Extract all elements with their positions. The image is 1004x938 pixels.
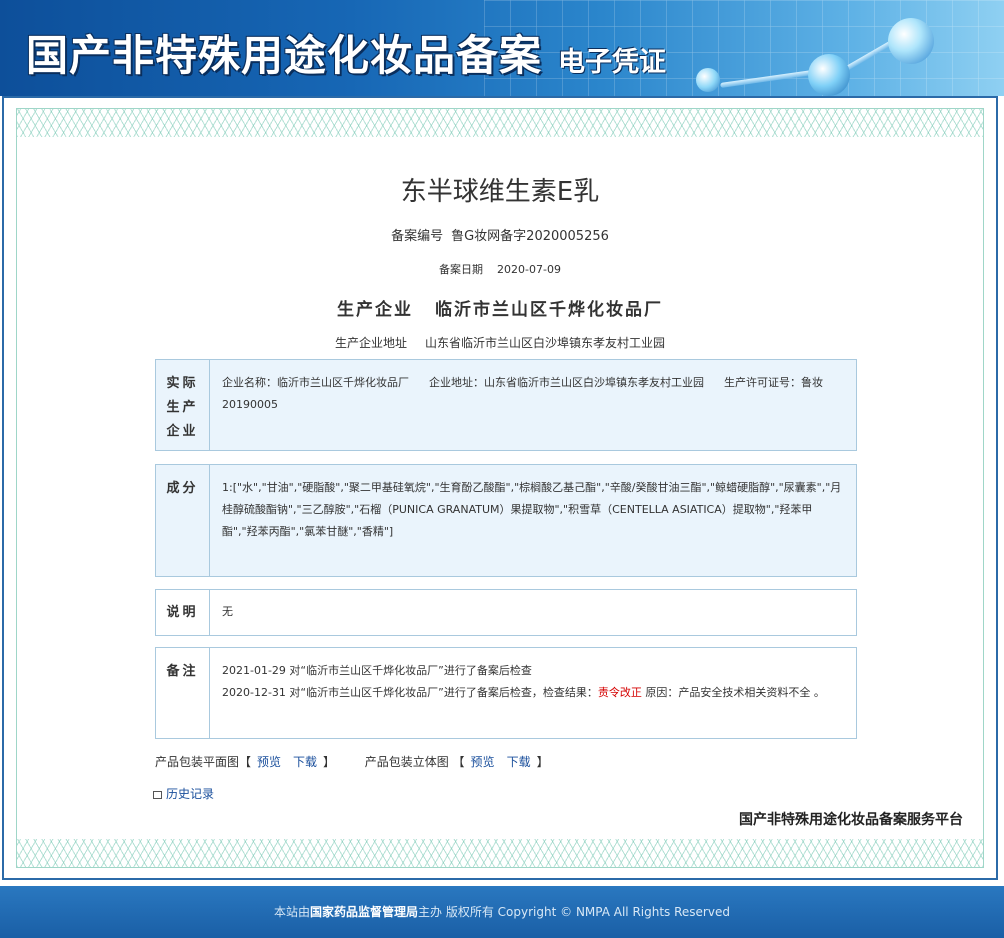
banner-title: 国产非特殊用途化妆品备案 — [26, 31, 543, 80]
manufacturer: 生产企业 临沂市兰山区千烨化妆品厂 — [17, 295, 983, 320]
section-header-line: 企业 — [166, 424, 199, 439]
ingredients-text: 1:["水","甘油","硬脂酸","聚二甲基硅氧烷","生育酚乙酸酯","棕榈… — [222, 481, 842, 538]
window-icon — [153, 791, 162, 799]
guilloche-border-top — [17, 109, 983, 137]
remarks-section: 备注 2021-01-29 对“临沂市兰山区千烨化妆品厂”进行了备案后检查 20… — [155, 647, 857, 739]
package-images: 产品包装平面图【 预览 下载】 产品包装立体图 【预览 下载】 — [155, 755, 549, 769]
footer-org: 国家药品监督管理局 — [310, 905, 419, 919]
registration-date-label: 备案日期 — [439, 263, 484, 276]
package-solid-label: 产品包装立体图 【 — [364, 755, 465, 769]
platform-name: 国产非特殊用途化妆品备案服务平台 — [739, 812, 963, 828]
guilloche-border-bottom — [17, 839, 983, 867]
registration-date: 备案日期 2020-07-09 — [17, 261, 983, 277]
package-solid-preview-link[interactable]: 预览 — [471, 755, 495, 769]
manufacturer-address: 生产企业地址 山东省临沂市兰山区白沙埠镇东孝友村工业园 — [17, 334, 983, 351]
banner-subtitle: 电子凭证 — [558, 47, 666, 78]
manufacturer-address-label: 生产企业地址 — [334, 336, 407, 350]
actual-maker-section: 实际 生产 企业 企业名称：临沂市兰山区千烨化妆品厂 企业地址：山东省临沂市兰山区… — [155, 359, 857, 451]
actual-maker-body: 企业名称：临沂市兰山区千烨化妆品厂 企业地址：山东省临沂市兰山区白沙埠镇东孝友村工… — [222, 372, 844, 416]
section-header-line: 成分 — [166, 481, 199, 496]
manufacturer-label: 生产企业 — [337, 300, 413, 320]
header-banner: 国产非特殊用途化妆品备案 电子凭证 — [0, 0, 1004, 96]
section-header: 说明 — [156, 590, 210, 635]
manufacturer-address-value: 山东省临沂市兰山区白沙埠镇东孝友村工业园 — [425, 336, 666, 350]
package-flat-download-link[interactable]: 下载 — [293, 755, 317, 769]
notes-text: 无 — [222, 605, 233, 618]
registration-number-label: 备案编号 — [391, 229, 444, 244]
section-header-line: 说明 — [166, 605, 199, 620]
section-header: 备注 — [156, 648, 210, 738]
history-link[interactable]: 历史记录 — [153, 785, 214, 802]
package-flat-preview-link[interactable]: 预览 — [257, 755, 281, 769]
molecule-orb-icon — [888, 18, 934, 64]
product-name: 东半球维生素E乳 — [400, 177, 600, 207]
actual-maker-address: 企业地址：山东省临沂市兰山区白沙埠镇东孝友村工业园 — [429, 376, 704, 389]
main-frame: 东半球维生素E乳 备案编号 鲁G妆网备字2020005256 备案日期 2020-0… — [2, 96, 998, 880]
registration-number-value: 鲁G妆网备字2020005256 — [451, 229, 609, 244]
remarks-body: 2021-01-29 对“临沂市兰山区千烨化妆品厂”进行了备案后检查 2020-… — [222, 660, 844, 704]
ingredients-section: 成分 1:["水","甘油","硬脂酸","聚二甲基硅氧烷","生育酚乙酸酯",… — [155, 464, 857, 577]
manufacturer-value: 临沂市兰山区千烨化妆品厂 — [435, 300, 663, 320]
registration-number: 备案编号 鲁G妆网备字2020005256 — [17, 225, 983, 244]
molecule-orb-icon — [696, 68, 720, 92]
section-header-line: 备注 — [166, 664, 199, 679]
package-solid-download-link[interactable]: 下载 — [507, 755, 531, 769]
notes-section: 说明 无 — [155, 589, 857, 636]
section-header: 实际 生产 企业 — [156, 360, 210, 450]
registration-date-value: 2020-07-09 — [497, 263, 561, 276]
section-header-line: 实际 — [166, 376, 199, 391]
history-label[interactable]: 历史记录 — [166, 787, 214, 801]
molecule-orb-icon — [808, 54, 850, 96]
remark-line: 2021-01-29 对“临沂市兰山区千烨化妆品厂”进行了备案后检查 — [222, 664, 532, 677]
section-header: 成分 — [156, 465, 210, 576]
remark-line: 2020-12-31 对“临沂市兰山区千烨化妆品厂”进行了备案后检查，检查结果：… — [222, 686, 825, 699]
footer: 本站由国家药品监督管理局主办 版权所有 Copyright © NMPA All… — [0, 886, 1004, 938]
section-header-line: 生产 — [166, 400, 199, 415]
actual-maker-name: 企业名称：临沂市兰山区千烨化妆品厂 — [222, 376, 409, 389]
inspection-result: 责令改正 — [597, 686, 642, 699]
package-flat-label: 产品包装平面图【 — [155, 755, 252, 769]
certificate: 东半球维生素E乳 备案编号 鲁G妆网备字2020005256 备案日期 2020-0… — [16, 108, 984, 868]
